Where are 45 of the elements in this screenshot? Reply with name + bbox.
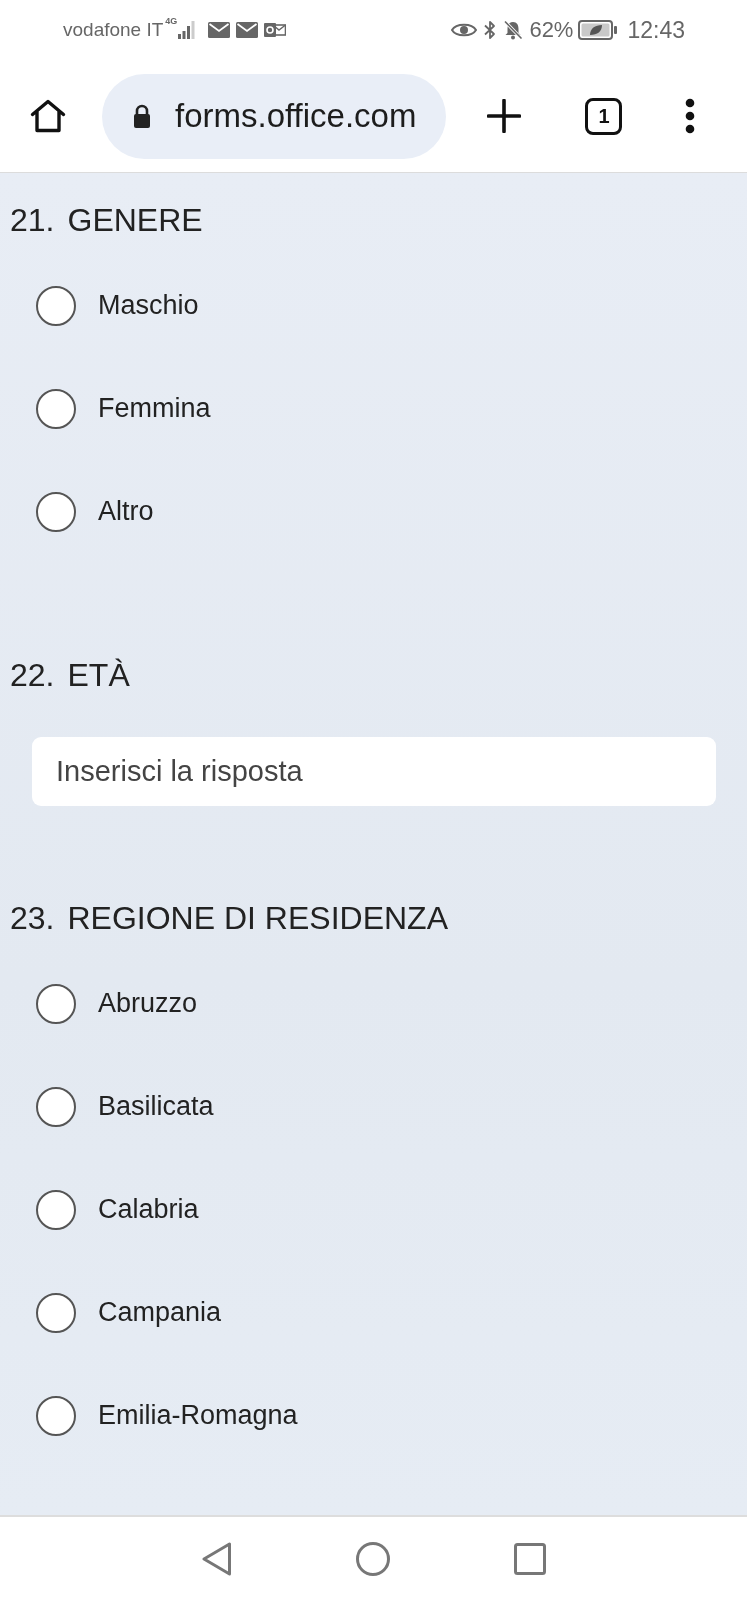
radio-option[interactable]: Emilia-Romagna (36, 1395, 298, 1436)
radio-option[interactable]: Basilicata (36, 1086, 214, 1127)
app-notification-icon (264, 22, 287, 38)
bluetooth-icon (483, 20, 498, 40)
battery-percent: 62% (529, 17, 574, 43)
radio-option[interactable]: Calabria (36, 1189, 199, 1230)
menu-icon[interactable] (685, 98, 696, 134)
radio-button[interactable] (36, 1292, 76, 1333)
radio-button[interactable] (36, 491, 76, 532)
radio-button[interactable] (36, 388, 76, 429)
plus-icon[interactable] (487, 99, 522, 133)
back-icon[interactable] (201, 1541, 232, 1576)
signal-icon (178, 21, 197, 39)
home-circle-icon[interactable] (355, 1541, 390, 1576)
lock-icon (131, 103, 153, 129)
question-number: 21. (10, 201, 55, 240)
recents-square-icon[interactable] (513, 1542, 546, 1575)
answer-field[interactable]: Inserisci la risposta (32, 737, 716, 806)
eye-icon (451, 22, 478, 38)
radio-option[interactable]: Maschio (36, 285, 199, 326)
question-title: GENERE (67, 201, 203, 240)
bell-muted-icon (503, 20, 524, 40)
radio-option[interactable]: Femmina (36, 388, 211, 429)
radio-button[interactable] (36, 1395, 76, 1436)
clock-time: 12:43 (627, 16, 685, 44)
question-title: ETÀ (67, 656, 130, 695)
radio-button[interactable] (36, 1086, 76, 1127)
battery-icon (578, 20, 619, 40)
home-icon[interactable] (30, 99, 66, 133)
carrier-name: vodafone IT (63, 19, 164, 41)
radio-option[interactable]: Altro (36, 491, 154, 532)
question-number: 23. (10, 899, 55, 938)
url-text: forms.office.com (175, 97, 417, 135)
tab-switcher-button[interactable]: 1 (585, 97, 623, 135)
radio-option[interactable]: Abruzzo (36, 983, 198, 1024)
envelope-icon (208, 22, 231, 38)
radio-option[interactable]: Campania (36, 1292, 222, 1333)
question-number: 22. (10, 656, 55, 695)
network-type-label: 4G (165, 16, 178, 26)
radio-button[interactable] (36, 285, 76, 326)
radio-button[interactable] (36, 983, 76, 1024)
radio-button[interactable] (36, 1189, 76, 1230)
envelope-icon (236, 22, 259, 38)
address-bar[interactable]: forms.office.com (102, 73, 447, 159)
question-title: REGIONE DI RESIDENZA (67, 899, 448, 938)
